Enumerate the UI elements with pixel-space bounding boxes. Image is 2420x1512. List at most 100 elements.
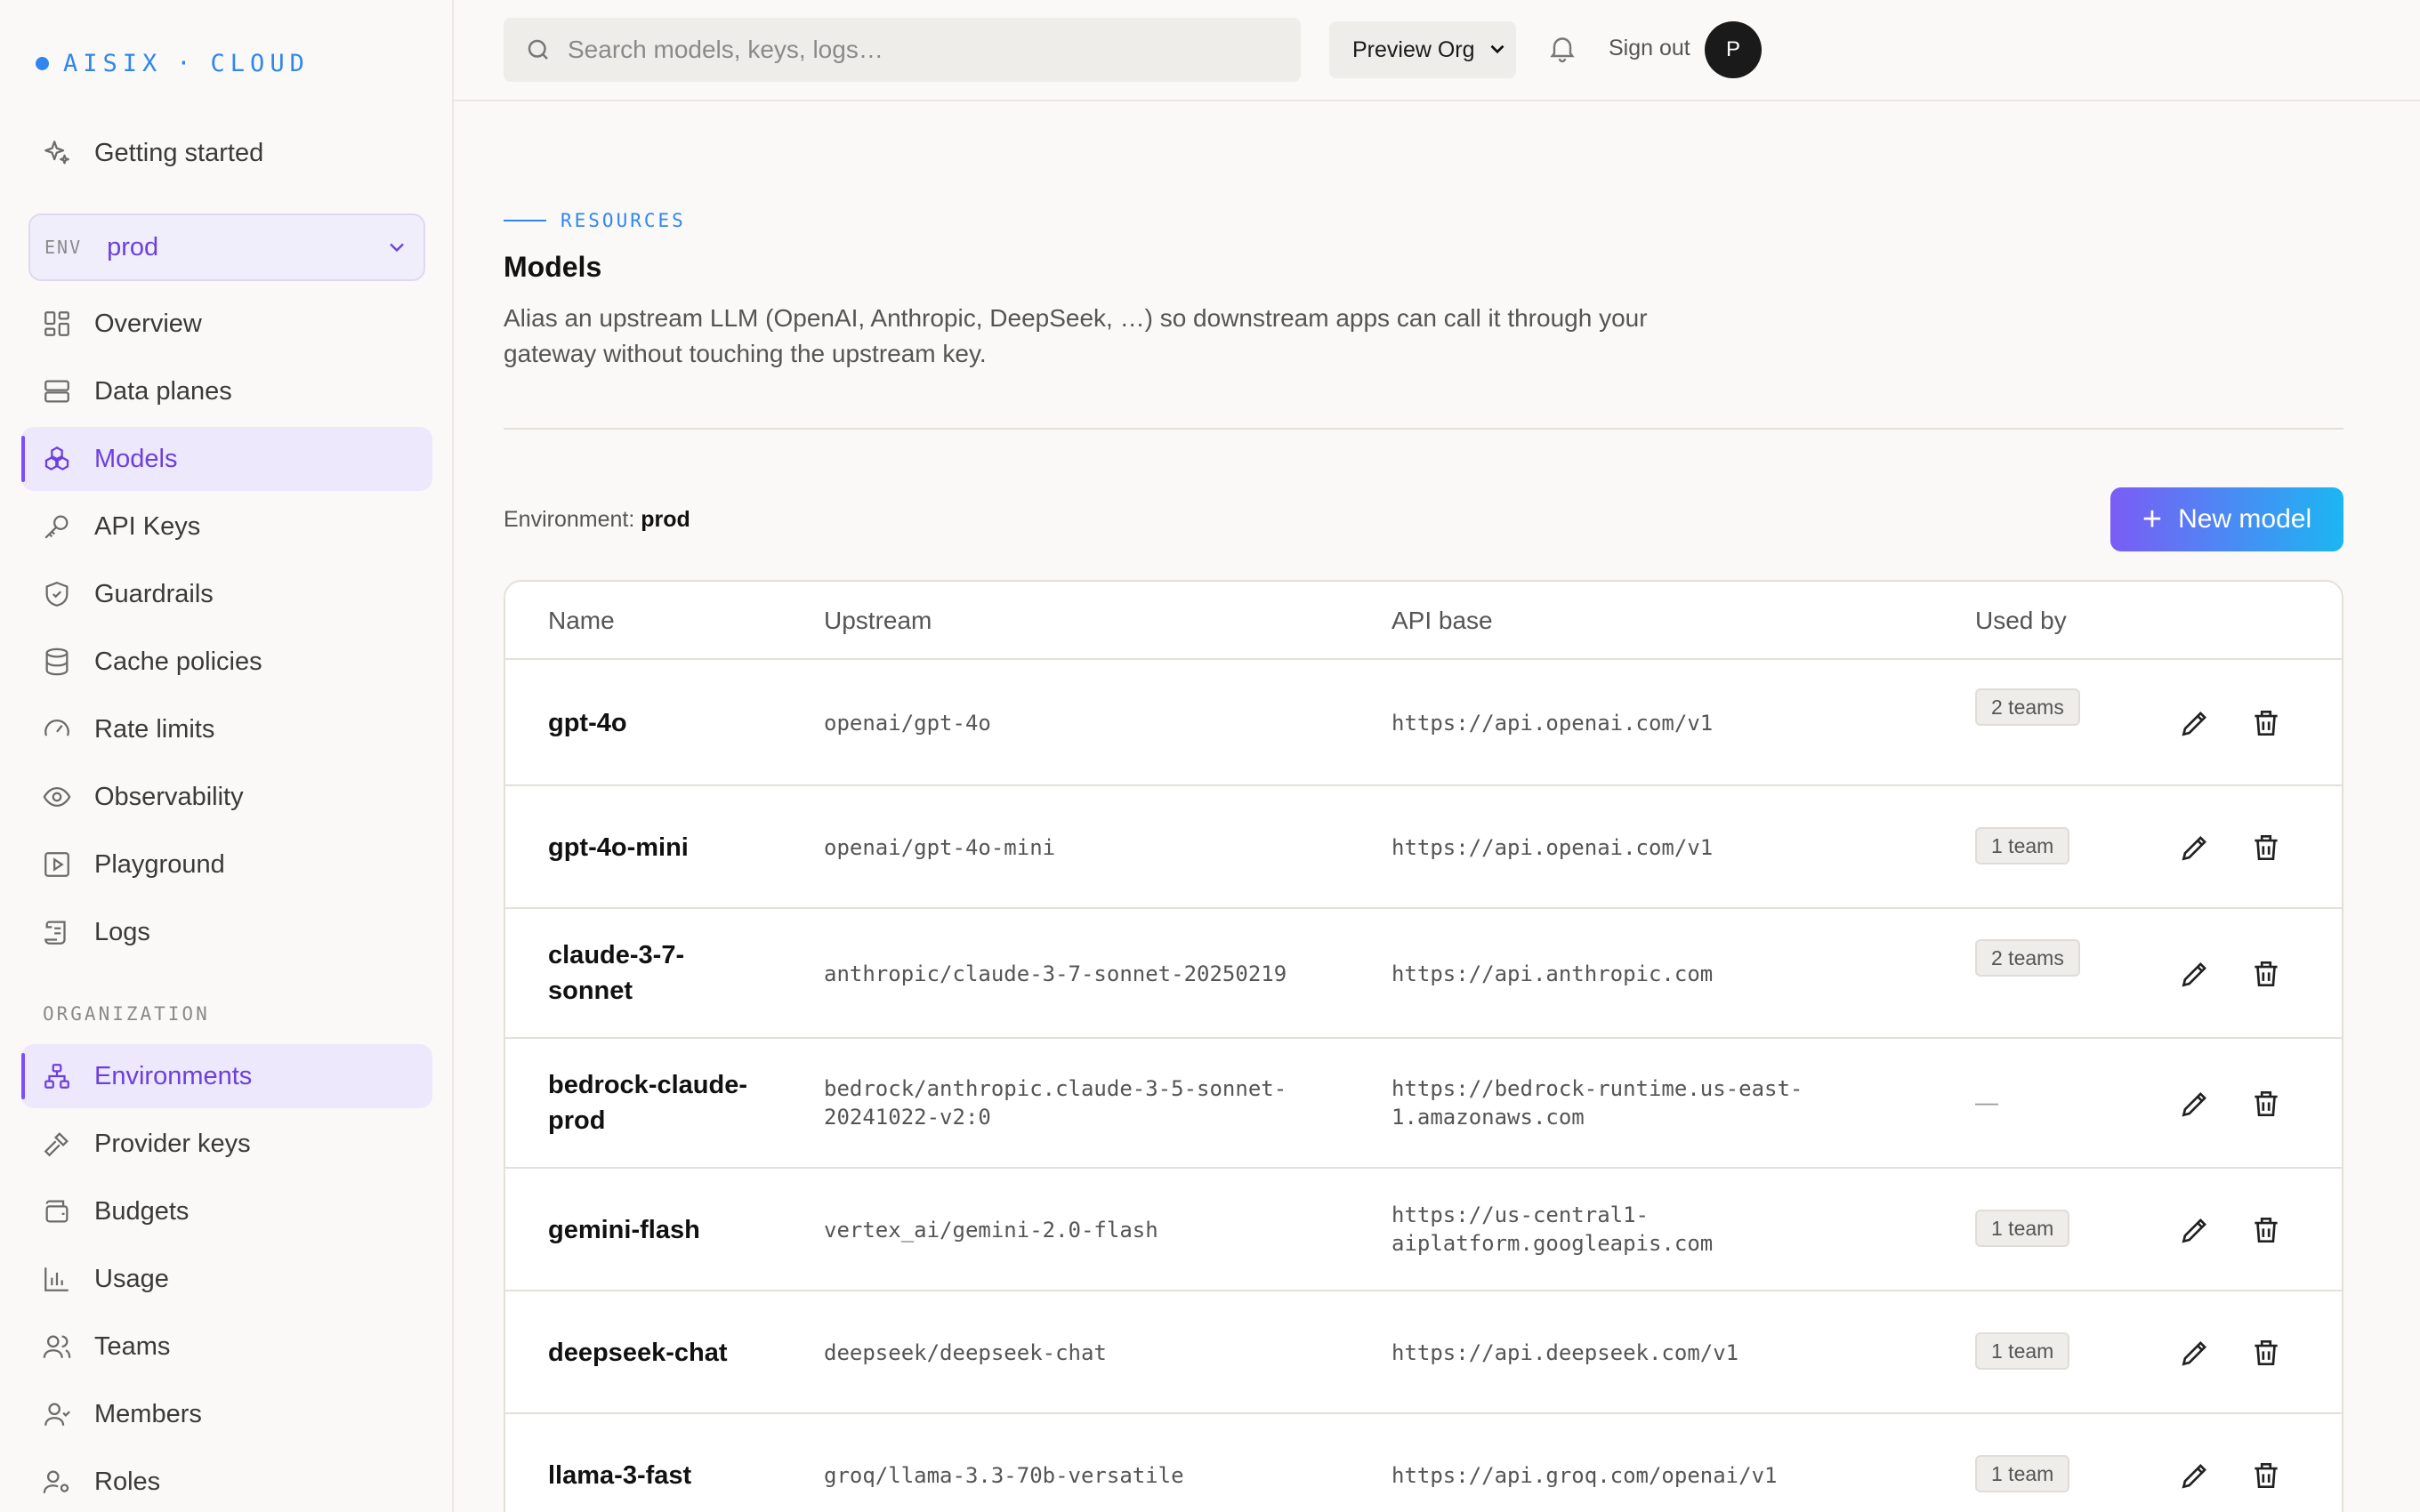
org-select-value: Preview Org: [1352, 36, 1475, 62]
sidebar-item-environments[interactable]: Environments: [21, 1044, 432, 1108]
server-icon: [41, 375, 73, 407]
sidebar-item-cache-policies[interactable]: Cache policies: [21, 630, 432, 694]
delete-trash-icon[interactable]: [2249, 1087, 2283, 1121]
org-select[interactable]: Preview Org: [1329, 21, 1516, 78]
environment-select[interactable]: ENV prod: [28, 213, 425, 281]
column-header-api-base[interactable]: API base: [1392, 607, 1493, 635]
delete-trash-icon[interactable]: [2249, 957, 2283, 991]
environment-indicator-value: prod: [641, 507, 690, 532]
model-name[interactable]: gpt-4o: [548, 705, 762, 741]
sidebar-item-getting-started[interactable]: Getting started: [21, 121, 432, 185]
search-input[interactable]: [568, 36, 1279, 64]
sidebar-item-label: Provider keys: [94, 1129, 251, 1158]
model-name[interactable]: gemini-flash: [548, 1212, 762, 1248]
table-row[interactable]: gpt-4o-mini openai/gpt-4o-mini https://a…: [505, 786, 2342, 909]
edit-pencil-icon[interactable]: [2178, 1459, 2212, 1492]
brand-suffix: CLOUD: [210, 50, 310, 77]
brand-logo[interactable]: AISIX · CLOUD: [36, 50, 310, 77]
sidebar-item-api-keys[interactable]: API Keys: [21, 495, 432, 559]
avatar[interactable]: P: [1705, 21, 1762, 78]
table-row[interactable]: deepseek-chat deepseek/deepseek-chat htt…: [505, 1291, 2342, 1414]
model-name[interactable]: llama-3-fast: [548, 1458, 762, 1493]
model-name[interactable]: deepseek-chat: [548, 1335, 762, 1371]
delete-trash-icon[interactable]: [2249, 1336, 2283, 1370]
sidebar-item-provider-keys[interactable]: Provider keys: [21, 1112, 432, 1176]
model-api-base: https://api.anthropic.com: [1392, 961, 1714, 986]
table-row[interactable]: llama-3-fast groq/llama-3.3-70b-versatil…: [505, 1414, 2342, 1512]
sidebar-item-models[interactable]: Models: [21, 427, 432, 491]
sidebar-item-usage[interactable]: Usage: [21, 1247, 432, 1311]
sign-out-link[interactable]: Sign out: [1609, 36, 1690, 61]
model-upstream: anthropic/claude-3-7-sonnet-20250219: [824, 961, 1287, 986]
wallet-icon: [41, 1195, 73, 1227]
sidebar-item-overview[interactable]: Overview: [21, 292, 432, 356]
edit-pencil-icon[interactable]: [2178, 1336, 2212, 1370]
sidebar-item-label: Getting started: [94, 138, 264, 167]
sidebar-item-rate-limits[interactable]: Rate limits: [21, 697, 432, 761]
sidebar-item-label: Teams: [94, 1331, 171, 1361]
table-row[interactable]: bedrock-claude-prod bedrock/anthropic.cl…: [505, 1039, 2342, 1169]
sidebar-item-label: Logs: [94, 917, 150, 946]
sidebar-item-guardrails[interactable]: Guardrails: [21, 562, 432, 626]
bell-icon[interactable]: [1546, 32, 1578, 64]
members-icon: [41, 1398, 73, 1430]
sparkle-icon: [41, 137, 73, 169]
column-header-name[interactable]: Name: [548, 607, 615, 635]
used-by-badge: 1 team: [1975, 827, 2070, 865]
edit-pencil-icon[interactable]: [2178, 1087, 2212, 1121]
delete-trash-icon[interactable]: [2249, 706, 2283, 740]
model-name[interactable]: claude-3-7-sonnet: [548, 937, 762, 1009]
table-row[interactable]: claude-3-7-sonnet anthropic/claude-3-7-s…: [505, 909, 2342, 1039]
sidebar-item-logs[interactable]: Logs: [21, 900, 432, 964]
topbar: Preview Org Sign out P: [454, 0, 2420, 101]
model-name[interactable]: gpt-4o-mini: [548, 830, 762, 865]
delete-trash-icon[interactable]: [2249, 1213, 2283, 1247]
chevron-down-icon: [390, 243, 404, 253]
edit-pencil-icon[interactable]: [2178, 1213, 2212, 1247]
sidebar-item-label: Roles: [94, 1467, 161, 1496]
table-row[interactable]: gpt-4o openai/gpt-4o https://api.openai.…: [505, 660, 2342, 786]
model-name[interactable]: bedrock-claude-prod: [548, 1067, 762, 1138]
chevron-down-icon: [1490, 44, 1504, 54]
model-api-base: https://api.openai.com/v1: [1392, 711, 1714, 736]
organization-section-label: ORGANIZATION: [43, 1003, 210, 1025]
sidebar-item-label: Usage: [94, 1264, 169, 1293]
used-by-empty: —: [1975, 1089, 1998, 1115]
sidebar-item-playground[interactable]: Playground: [21, 832, 432, 897]
model-upstream: openai/gpt-4o: [824, 711, 991, 736]
sidebar-item-label: Members: [94, 1399, 202, 1428]
sidebar-item-label: API Keys: [94, 511, 201, 541]
new-model-button[interactable]: + New model: [2110, 487, 2343, 551]
env-label: ENV: [44, 237, 83, 258]
table-row[interactable]: gemini-flash vertex_ai/gemini-2.0-flash …: [505, 1169, 2342, 1291]
env-value: prod: [107, 232, 159, 261]
plus-icon: +: [2142, 501, 2163, 538]
search-box[interactable]: [504, 18, 1301, 82]
sidebar-item-members[interactable]: Members: [21, 1382, 432, 1446]
hierarchy-icon: [41, 1060, 73, 1092]
sidebar-item-observability[interactable]: Observability: [21, 765, 432, 829]
sidebar-item-data-planes[interactable]: Data planes: [21, 359, 432, 423]
gauge-icon: [41, 713, 73, 745]
sidebar-item-teams[interactable]: Teams: [21, 1315, 432, 1379]
models-table: Name Upstream API base Used by gpt-4o op…: [504, 580, 2343, 1512]
logo-dot-icon: [36, 57, 49, 70]
column-header-used-by[interactable]: Used by: [1975, 607, 2067, 635]
grid-icon: [41, 308, 73, 340]
page-description: Alias an upstream LLM (OpenAI, Anthropic…: [504, 304, 1648, 367]
model-api-base: https://api.openai.com/v1: [1392, 835, 1714, 860]
model-api-base: https://bedrock-runtime.us-east-1.amazon…: [1392, 1076, 1803, 1130]
used-by-badge: 2 teams: [1975, 688, 2080, 726]
edit-pencil-icon[interactable]: [2178, 706, 2212, 740]
delete-trash-icon[interactable]: [2249, 1459, 2283, 1492]
user-cog-icon: [41, 1466, 73, 1498]
delete-trash-icon[interactable]: [2249, 831, 2283, 865]
edit-pencil-icon[interactable]: [2178, 831, 2212, 865]
sidebar-item-roles[interactable]: Roles: [21, 1450, 432, 1512]
sidebar-item-budgets[interactable]: Budgets: [21, 1179, 432, 1243]
column-header-upstream[interactable]: Upstream: [824, 607, 932, 635]
edit-pencil-icon[interactable]: [2178, 957, 2212, 991]
sidebar-item-label: Guardrails: [94, 579, 214, 608]
users-icon: [41, 1331, 73, 1363]
key-icon: [41, 511, 73, 543]
